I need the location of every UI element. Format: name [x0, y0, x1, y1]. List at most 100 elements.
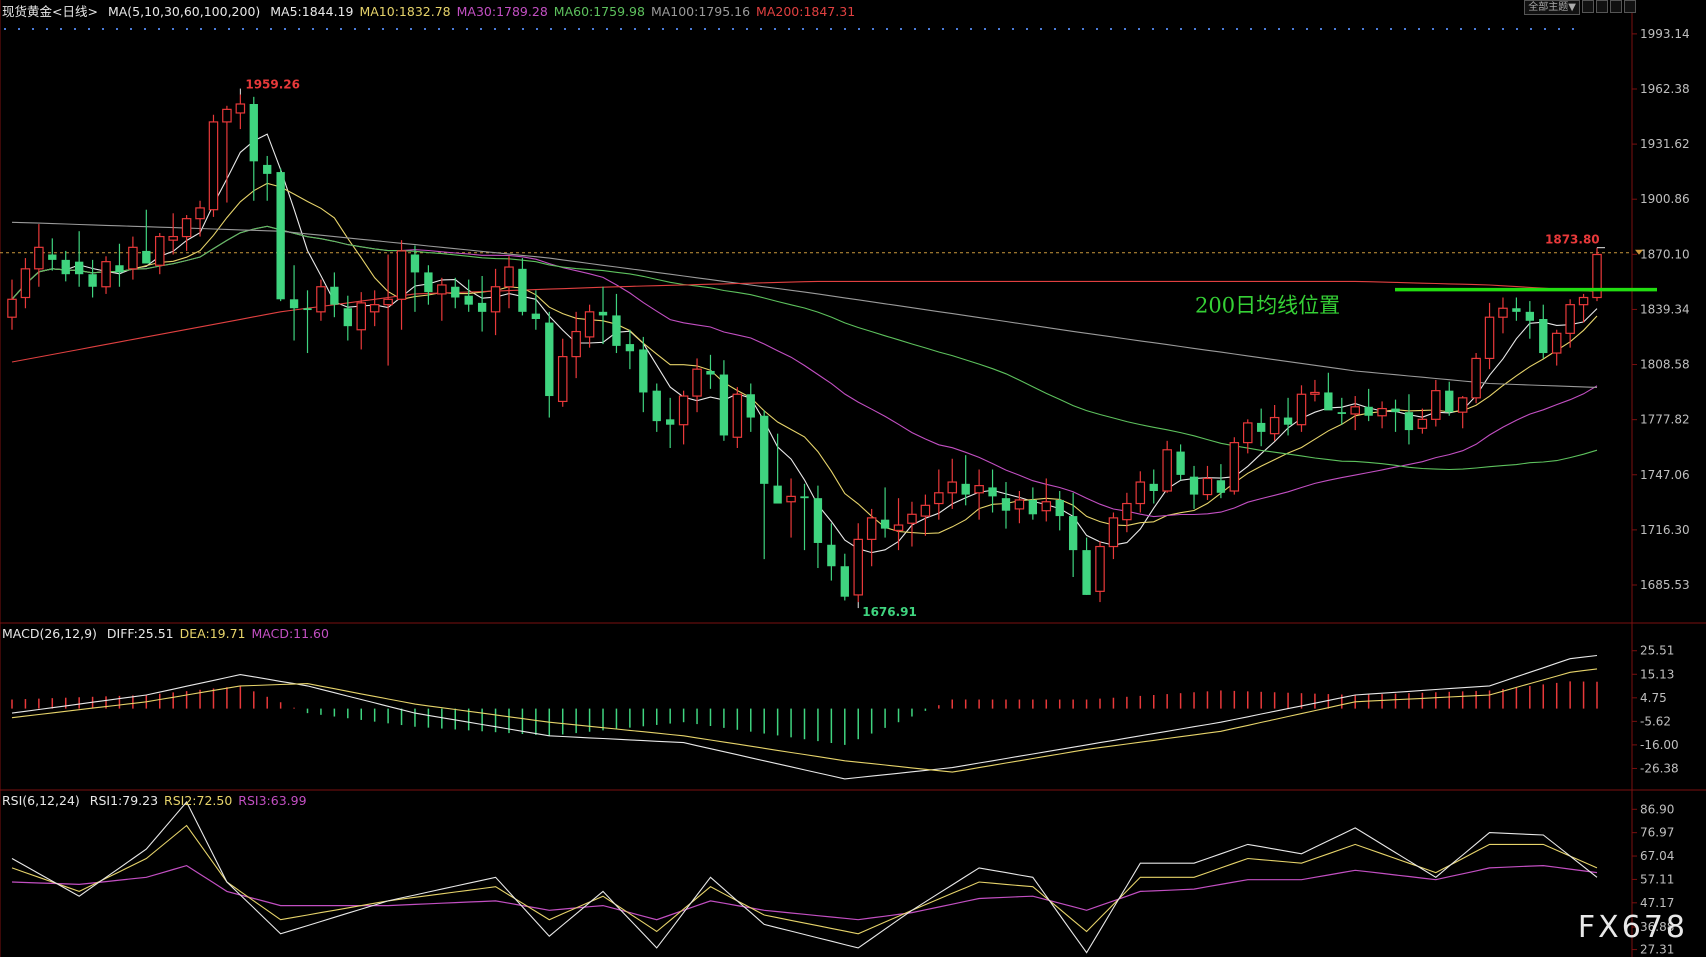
candle-body-up	[369, 304, 380, 313]
candle-body-down	[800, 496, 809, 499]
candle-body-down	[961, 483, 970, 495]
candle-body-up	[1350, 406, 1360, 415]
chart-toolbar: 全部主题▼	[1524, 0, 1636, 15]
candle-body-down	[424, 272, 433, 293]
candle-body-up	[557, 356, 568, 403]
candle-body-up	[1108, 517, 1119, 548]
candle-body-down	[719, 374, 729, 436]
macd-axis-tick-label: -5.62	[1640, 714, 1671, 728]
price-axis-tick-label: 1808.58	[1640, 358, 1690, 372]
candle-body-down	[545, 322, 554, 397]
candle-body-up	[1565, 304, 1575, 334]
ma-line-ma100	[11, 221, 1598, 388]
candle-body-up	[1457, 397, 1468, 413]
candle-body-down	[598, 311, 608, 316]
crosshair-icon[interactable]	[1582, 0, 1594, 13]
candle-body-down	[477, 302, 487, 312]
candle-body-down	[1055, 499, 1064, 517]
candle-body-down	[249, 104, 258, 162]
macd-legend-items: DIFF:25.51 DEA:19.71 MACD:11.60	[107, 626, 335, 641]
candle-body-up	[1122, 502, 1132, 521]
layout-icon[interactable]	[1596, 0, 1608, 13]
candle-body-down	[612, 315, 621, 346]
rsi-params-label: RSI(6,12,24)	[2, 793, 80, 808]
candle-body-up	[504, 266, 514, 288]
candle-body-down	[1189, 476, 1199, 495]
candle-body-up	[383, 298, 393, 306]
candle-body-up	[1471, 357, 1481, 399]
ma-line-ma60	[11, 225, 1598, 471]
last-price-label: 1873.80	[1545, 233, 1600, 247]
candle-body-up	[101, 261, 111, 288]
candle-body-up	[181, 218, 192, 238]
candle-body-up	[1135, 481, 1146, 505]
candle-body-down	[61, 259, 70, 275]
candle-body-up	[154, 235, 165, 266]
price-axis-tick-label: 1716.30	[1640, 523, 1690, 537]
candle-body-up	[490, 286, 501, 313]
candle-body-down	[276, 172, 285, 300]
candle-body-up	[195, 207, 205, 220]
candle-body-down	[1539, 319, 1548, 354]
candle-body-down	[1445, 390, 1454, 413]
candle-body-down	[518, 268, 527, 312]
ma-params-label: MA(5,10,30,60,100,200)	[107, 4, 261, 19]
candle-body-down	[303, 308, 312, 311]
candle-body-down	[1068, 516, 1078, 551]
rsi-legend-item-1: RSI2:72.50	[164, 793, 233, 808]
candle-body-down	[1404, 412, 1414, 431]
skip-end-icon[interactable]	[1624, 0, 1636, 13]
candle-body-up	[235, 103, 246, 114]
candle-body-down	[652, 390, 661, 422]
rsi-legend-item-0: RSI1:79.23	[89, 793, 159, 808]
candle-body-down	[1324, 392, 1333, 411]
price-axis-tick-label: 1839.34	[1640, 302, 1690, 316]
candle-body-up	[396, 250, 407, 300]
candle-body-down	[142, 250, 151, 264]
candle-body-down	[625, 344, 635, 352]
ma200-annotation-text: 200日均线位置	[1195, 294, 1340, 318]
candlestick-series	[7, 94, 1602, 603]
candle-body-up	[947, 481, 958, 494]
candle-body-up	[974, 485, 984, 494]
candle-body-down	[1512, 308, 1521, 312]
candle-body-down	[48, 254, 57, 260]
ma-legend-item-3: MA60:1759.98	[553, 4, 645, 19]
macd-axis-tick-label: 4.75	[1640, 691, 1667, 705]
candle-body-up	[1377, 407, 1387, 417]
candle-body-down	[760, 415, 769, 484]
candle-body-down	[1176, 451, 1185, 475]
price-axis-tick-label: 1962.38	[1640, 82, 1690, 96]
theme-dropdown-button[interactable]: 全部主题▼	[1524, 0, 1580, 15]
candle-body-up	[584, 311, 595, 338]
candle-body-up	[1229, 442, 1240, 492]
candle-body-down	[1001, 498, 1011, 511]
chart-labels: 1959.26 1676.91 1873.80 200日均线位置	[239, 78, 1657, 619]
candle-body-down	[639, 349, 648, 393]
play-icon[interactable]	[1610, 0, 1622, 13]
rsi3-line	[11, 864, 1598, 921]
candle-body-up	[1578, 296, 1589, 306]
macd-axis-tick-label: -26.38	[1640, 761, 1679, 775]
candle-body-up	[168, 235, 178, 241]
candle-body-up	[356, 302, 367, 331]
macd-legend: MACD(26,12,9) DIFF:25.51 DEA:19.71 MACD:11…	[2, 626, 341, 641]
candle-body-up	[1242, 422, 1253, 444]
candle-body-up	[866, 517, 877, 540]
price-axis-tick-label: 1931.62	[1640, 137, 1690, 151]
price-axis-tick-label: 1993.14	[1640, 27, 1690, 41]
price-axis-tick-label: 1900.86	[1640, 192, 1690, 206]
candle-body-up	[1498, 307, 1508, 318]
rsi-axis-tick-label: 86.90	[1640, 802, 1674, 816]
candle-body-down	[74, 261, 84, 275]
candle-body-down	[988, 487, 997, 497]
candle-body-down	[1337, 412, 1346, 414]
macd-params-label: MACD(26,12,9)	[2, 626, 97, 641]
candle-body-up	[1014, 499, 1025, 510]
candle-body-up	[1095, 545, 1105, 592]
candle-body-down	[827, 544, 836, 567]
candle-body-up	[678, 395, 689, 426]
candle-body-up	[316, 286, 326, 313]
candle-body-down	[813, 498, 823, 543]
rsi-legend-items: RSI1:79.23 RSI2:72.50 RSI3:63.99	[90, 793, 313, 808]
